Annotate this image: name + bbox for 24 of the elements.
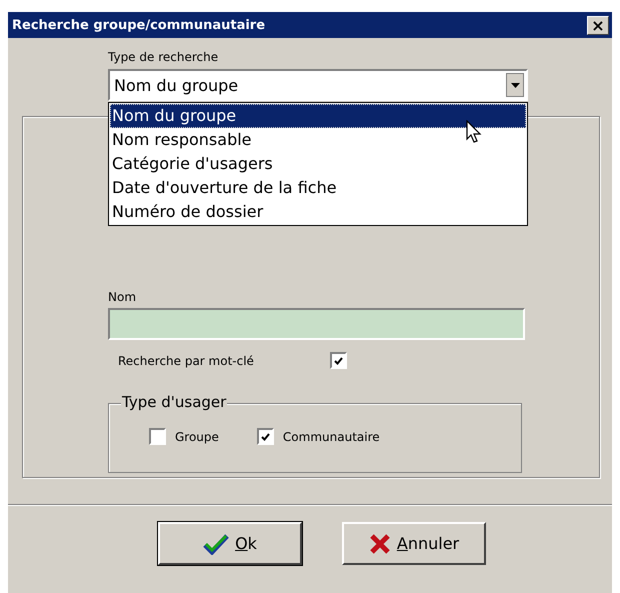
checkmark-icon <box>203 532 230 554</box>
field-label: Type de recherche <box>108 50 218 64</box>
checkbox[interactable] <box>330 352 347 369</box>
cross-icon <box>368 532 391 554</box>
dropdown-option[interactable]: Catégorie d'usagers <box>110 152 526 176</box>
dropdown-option[interactable]: Date d'ouverture de la fiche <box>110 176 526 200</box>
dropdown-option[interactable]: Numéro de dossier <box>110 200 526 224</box>
group-legend: Type d'usager <box>121 393 228 411</box>
checkbox-label: Communautaire <box>282 430 380 444</box>
checkbox-label: Recherche par mot-clé <box>118 354 255 368</box>
field-label: Nom <box>108 290 136 304</box>
name-field[interactable] <box>108 308 525 340</box>
ok-button[interactable]: Ok <box>158 522 302 565</box>
mouse-pointer-icon <box>466 120 482 144</box>
checkmark-icon <box>334 356 343 364</box>
cancel-button[interactable]: Annuler <box>342 522 486 565</box>
dropdown-option[interactable]: Nom du groupe <box>110 104 526 128</box>
checkbox[interactable] <box>149 428 166 445</box>
checkbox-label: Groupe <box>175 430 219 444</box>
close-button[interactable]: × <box>587 16 609 34</box>
checkmark-icon <box>260 432 270 440</box>
checkbox[interactable] <box>256 428 274 445</box>
window-title: Recherche groupe/communautaire <box>12 18 266 32</box>
dropdown-option[interactable]: Nom responsable <box>110 128 526 152</box>
